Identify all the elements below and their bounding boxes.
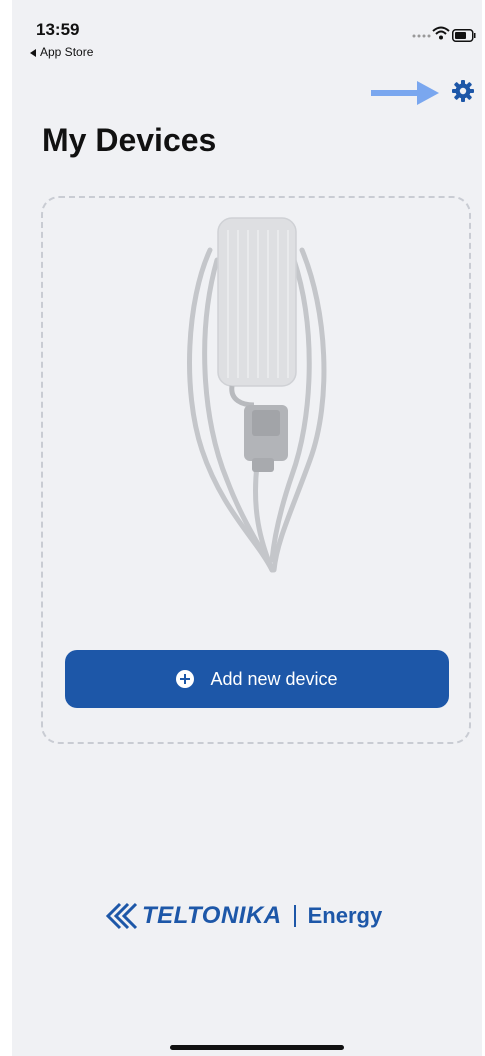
wifi-icon — [432, 26, 450, 40]
back-to-app-store[interactable]: App Store — [30, 45, 93, 59]
brand-name: TELTONIKA — [142, 902, 282, 929]
brand-product: Energy — [307, 903, 383, 928]
back-label: App Store — [40, 45, 94, 59]
back-triangle-icon — [30, 48, 36, 57]
app-screen: 13:59 App Store My Devices Add new devic… — [12, 0, 482, 1056]
gear-icon[interactable] — [451, 79, 475, 103]
add-new-device-button[interactable]: Add new device — [65, 650, 449, 708]
brand-logo: TELTONIKA Energy — [104, 902, 382, 930]
battery-icon — [452, 29, 476, 42]
ev-charger-illustration — [187, 217, 327, 573]
status-time: 13:59 — [36, 20, 80, 39]
home-indicator — [170, 1045, 344, 1050]
page-title: My Devices — [42, 122, 217, 158]
arrow-right-icon — [371, 81, 439, 105]
brand-separator — [293, 905, 296, 927]
plus-circle-icon — [176, 670, 195, 688]
signal-icon — [412, 34, 431, 38]
add-new-device-label: Add new device — [210, 668, 338, 689]
teltonika-chevrons-icon — [105, 902, 138, 930]
